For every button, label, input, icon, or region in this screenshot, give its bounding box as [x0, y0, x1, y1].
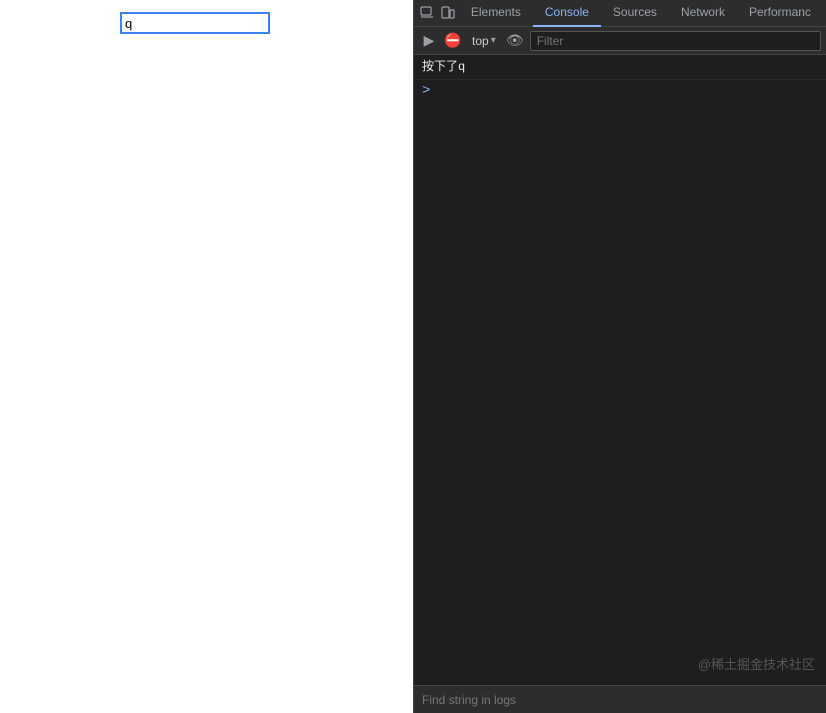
- devtools-panel: Elements Console Sources Network Perform…: [414, 0, 826, 713]
- watermark: @稀土掘金技术社区: [698, 654, 815, 673]
- tab-console[interactable]: Console: [533, 0, 601, 27]
- input-container: [120, 12, 270, 34]
- console-log-message: 按下了q: [414, 55, 826, 80]
- eye-icon[interactable]: 👁: [506, 32, 524, 50]
- clear-console-icon[interactable]: ▶: [420, 32, 438, 50]
- text-input[interactable]: [120, 12, 270, 34]
- device-toolbar-icon[interactable]: [438, 1, 456, 25]
- find-input[interactable]: [422, 693, 819, 707]
- devtools-top-bar: Elements Console Sources Network Perform…: [414, 0, 826, 27]
- stop-icon[interactable]: ⛔: [444, 32, 462, 50]
- console-prompt[interactable]: >: [414, 80, 826, 102]
- chevron-down-icon: ▾: [491, 35, 496, 46]
- tab-performance[interactable]: Performanc: [737, 0, 823, 27]
- inspect-element-icon[interactable]: [418, 1, 436, 25]
- console-output: 按下了q > @稀土掘金技术社区: [414, 55, 826, 685]
- tab-sources[interactable]: Sources: [601, 0, 669, 27]
- tab-network[interactable]: Network: [669, 0, 737, 27]
- find-bar: [414, 685, 826, 713]
- prompt-symbol: >: [422, 83, 430, 99]
- console-toolbar: ▶ ⛔ top ▾ 👁: [414, 27, 826, 55]
- devtools-tabs: Elements Console Sources Network Perform…: [459, 0, 823, 27]
- webpage-panel: [0, 0, 413, 713]
- filter-input[interactable]: [530, 31, 821, 51]
- tab-elements[interactable]: Elements: [459, 0, 533, 27]
- context-dropdown[interactable]: top ▾: [468, 32, 500, 50]
